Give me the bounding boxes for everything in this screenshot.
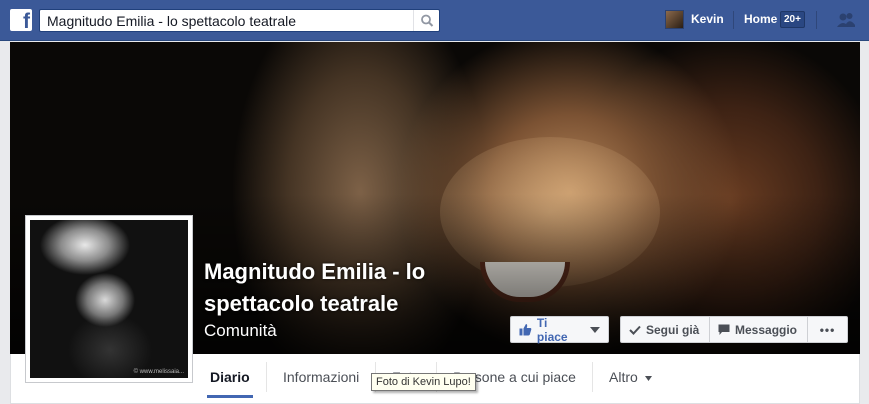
checkmark-icon	[629, 325, 641, 335]
message-button-label: Messaggio	[735, 322, 798, 337]
page-title[interactable]: Magnitudo Emilia - lo spettacolo teatral…	[204, 256, 494, 320]
home-link[interactable]: Home	[744, 12, 777, 26]
tab-diario[interactable]: Diario	[210, 369, 250, 385]
user-avatar[interactable]	[665, 10, 684, 29]
tab-altro-label: Altro	[609, 369, 638, 385]
tab-divider	[592, 362, 593, 392]
facebook-logo-icon[interactable]: f	[10, 9, 32, 31]
search-input-value[interactable]: Magnitudo Emilia - lo spettacolo teatral…	[47, 13, 296, 29]
nav-divider	[816, 11, 817, 29]
tooltip: Foto di Kevin Lupo!	[371, 373, 476, 391]
home-notification-badge[interactable]: 20+	[780, 11, 805, 28]
message-icon	[718, 324, 730, 335]
search-input[interactable]: Magnitudo Emilia - lo spettacolo teatral…	[39, 9, 440, 32]
top-navigation-bar: f Magnitudo Emilia - lo spettacolo teatr…	[0, 0, 869, 41]
tab-informazioni[interactable]: Informazioni	[283, 369, 359, 385]
like-button[interactable]: Ti piace	[510, 315, 609, 344]
profile-picture-credit: © www.melissaia...	[133, 369, 184, 375]
following-button-label: Segui già	[646, 322, 700, 337]
more-options-button[interactable]: •••	[807, 316, 848, 343]
following-button[interactable]: Segui già	[620, 316, 710, 343]
thumbs-up-icon	[519, 324, 532, 336]
tab-divider	[266, 362, 267, 392]
nav-divider	[733, 11, 734, 29]
friend-requests-icon[interactable]	[836, 12, 856, 28]
profile-picture[interactable]: © www.melissaia...	[25, 215, 193, 383]
user-profile-link[interactable]: Kevin	[691, 12, 724, 26]
tab-altro[interactable]: Altro	[609, 369, 652, 385]
like-button-label: Ti piace	[536, 315, 568, 344]
more-options-icon: •••	[819, 322, 836, 337]
profile-picture-image: © www.melissaia...	[30, 220, 188, 378]
search-button[interactable]	[413, 10, 439, 31]
message-button[interactable]: Messaggio	[709, 316, 808, 343]
active-tab-indicator	[207, 395, 253, 398]
chevron-down-icon	[590, 326, 600, 333]
page-category[interactable]: Comunità	[204, 321, 277, 341]
search-icon	[421, 14, 434, 27]
chevron-down-icon	[644, 375, 652, 381]
